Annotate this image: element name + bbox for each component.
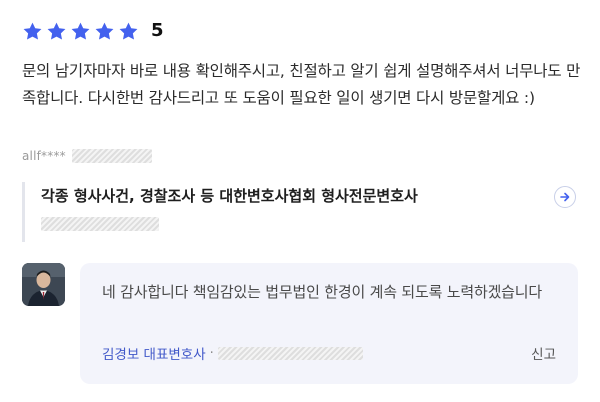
blurred-product-info bbox=[41, 217, 159, 231]
arrow-right-button[interactable] bbox=[554, 186, 576, 208]
rating-score: 5 bbox=[151, 20, 164, 41]
arrow-right-icon bbox=[560, 192, 570, 202]
star-icon bbox=[94, 21, 115, 42]
product-title[interactable]: 각종 형사사건, 경찰조사 등 대한변호사협회 형사전문변호사 bbox=[41, 185, 531, 207]
star-rating bbox=[22, 21, 139, 42]
rating: 5 bbox=[22, 20, 164, 42]
star-icon bbox=[70, 21, 91, 42]
star-icon bbox=[46, 21, 67, 42]
lawyer-name-link[interactable]: 김경보 대표변호사 bbox=[102, 343, 206, 363]
reply-text: 네 감사합니다 책임감있는 법무법인 한경이 계속 되도록 노력하겠습니다 bbox=[102, 283, 542, 301]
lawyer-avatar bbox=[22, 263, 65, 306]
blurred-reply-date bbox=[217, 346, 363, 360]
report-button[interactable]: 신고 bbox=[531, 343, 556, 363]
separator-dot: · bbox=[209, 345, 214, 361]
blurred-date bbox=[71, 149, 152, 163]
star-icon bbox=[22, 21, 43, 42]
reply-footer: 김경보 대표변호사 · 신고 bbox=[102, 343, 556, 364]
review-text: 문의 남기자마자 바로 내용 확인해주시고, 친절하고 알기 쉽게 설명해주셔서… bbox=[22, 62, 581, 107]
lawyer-reply: 네 감사합니다 책임감있는 법무법인 한경이 계속 되도록 노력하겠습니다 김경… bbox=[80, 263, 578, 384]
review-meta: allf**** bbox=[22, 149, 152, 163]
author-id: allf**** bbox=[22, 149, 66, 163]
star-icon bbox=[118, 21, 139, 42]
product-link[interactable]: 각종 형사사건, 경찰조사 등 대한변호사협회 형사전문변호사 bbox=[22, 182, 580, 242]
